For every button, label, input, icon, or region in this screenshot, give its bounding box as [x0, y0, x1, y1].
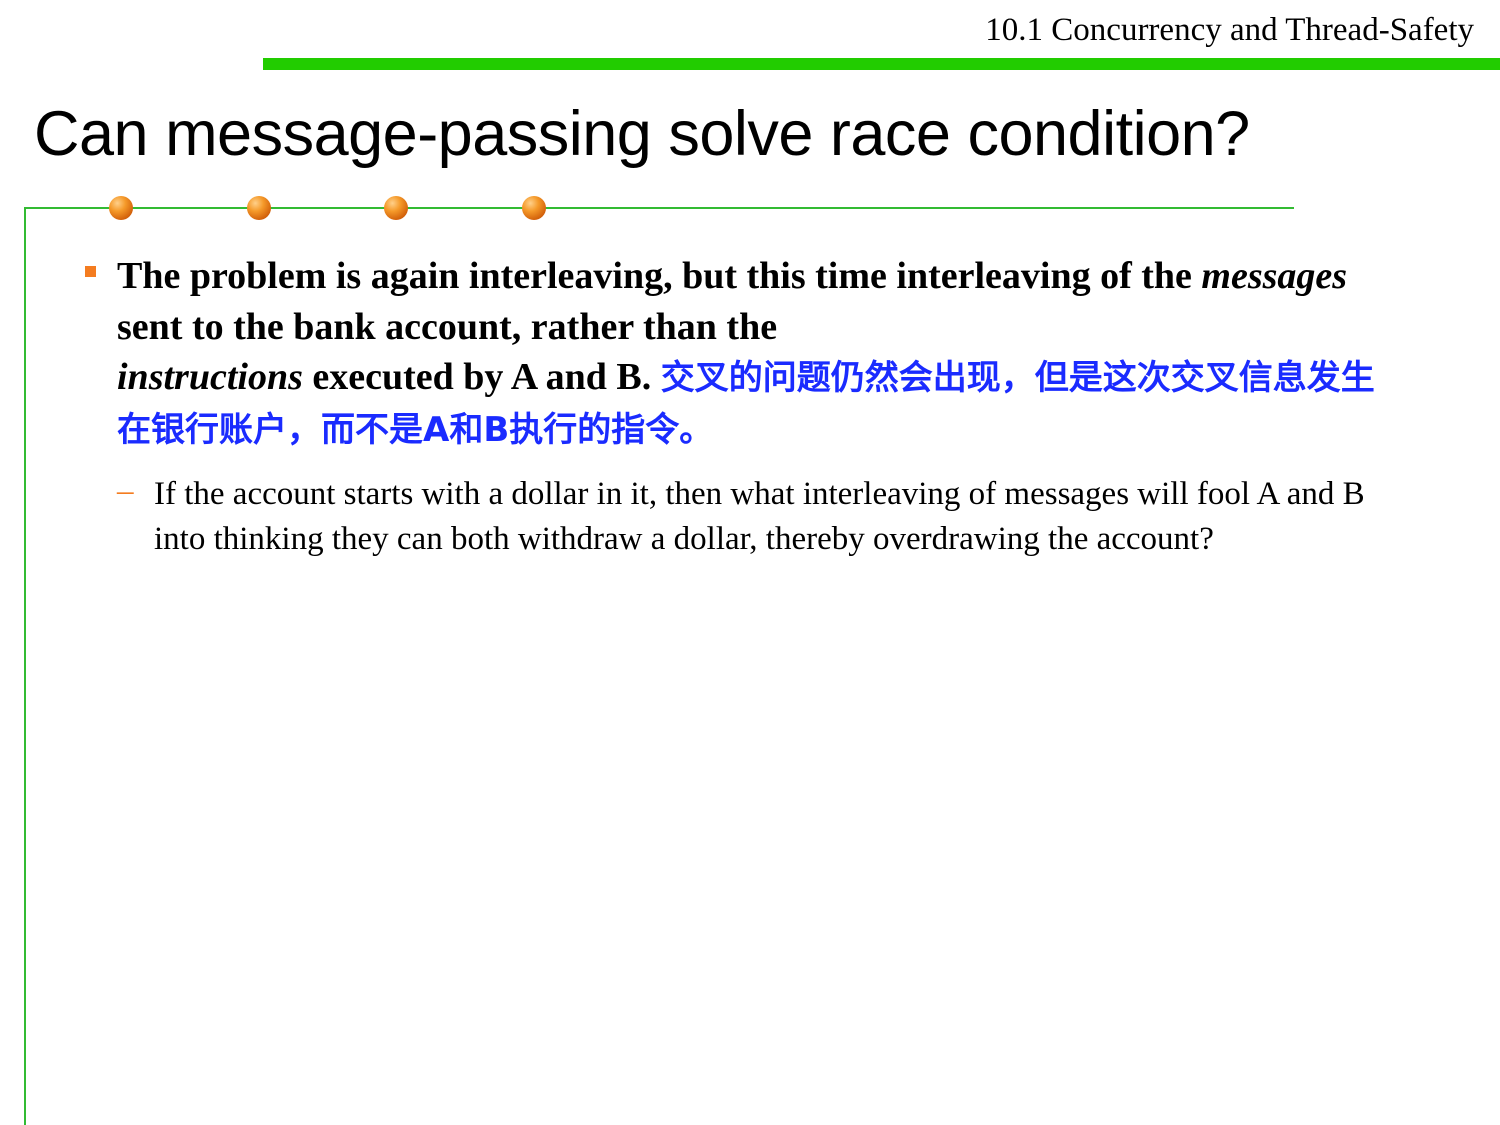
bullet-emphasis-messages: messages	[1201, 255, 1348, 297]
decorative-dot-3	[384, 196, 408, 220]
main-bullet-text: The problem is again interleaving, but t…	[117, 251, 1407, 455]
sub-bullet-dash-icon: –	[117, 473, 134, 509]
decorative-dot-2	[247, 196, 271, 220]
title-rule-vertical	[24, 207, 26, 1125]
bullet-text-part2: sent to the bank account, rather than th…	[117, 305, 778, 348]
section-header: 10.1 Concurrency and Thread-Safety	[985, 12, 1474, 48]
bullet-emphasis-instructions: instructions	[117, 356, 303, 398]
title-rule-horizontal	[24, 207, 1294, 209]
slide-title: Can message-passing solve race condition…	[34, 99, 1250, 169]
bullet-text-part3: executed by A and B.	[302, 356, 661, 398]
decorative-dot-1	[109, 196, 133, 220]
sub-bullet-text: If the account starts with a dollar in i…	[154, 476, 1365, 557]
header-accent-bar	[263, 58, 1500, 70]
decorative-dot-4	[522, 196, 546, 220]
bullet-square-icon	[85, 266, 96, 277]
bullet-text-part1: The problem is again interleaving, but t…	[117, 255, 1202, 297]
